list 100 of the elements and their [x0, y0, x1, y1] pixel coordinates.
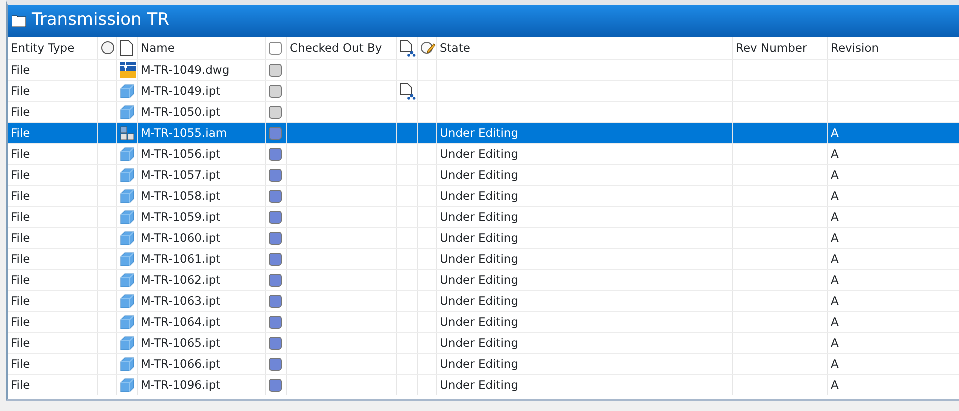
table-cell-text: Under Editing [440, 251, 519, 268]
checkbox[interactable] [269, 42, 282, 54]
table-row[interactable]: File M-TR-1049.ipt [8, 80, 959, 101]
column-header[interactable]: Name [141, 38, 175, 58]
file-name[interactable]: M-TR-1050.ipt [141, 102, 221, 122]
table-cell-text: Under Editing [440, 377, 519, 394]
table-cell-text: A [831, 188, 839, 205]
table-cell-text: File [11, 230, 30, 247]
status-icon[interactable] [101, 41, 115, 55]
table-cell-text: File [11, 83, 30, 100]
pencil-icon[interactable] [421, 41, 436, 55]
table-cell-text: Under Editing [440, 188, 519, 205]
table-cell-text: Under Editing [440, 314, 519, 331]
table-cell-text: A [831, 335, 839, 352]
table-cell-text: File [11, 314, 30, 331]
table-cell-text: Under Editing [440, 167, 519, 184]
cube-icon [120, 168, 135, 182]
cube-icon [120, 294, 135, 308]
table-row[interactable]: File M-TR-1066.ipt Under Editing A [8, 353, 959, 374]
table-cell-text: Under Editing [440, 146, 519, 163]
file-name[interactable]: M-TR-1062.ipt [141, 270, 221, 290]
file-name[interactable]: M-TR-1063.ipt [141, 291, 221, 311]
table-cell-text: File [11, 188, 30, 205]
table-cell-text: A [831, 209, 839, 226]
cube-icon [120, 210, 135, 224]
table-cell-text: File [11, 62, 30, 79]
drawing-file-icon [120, 62, 136, 78]
cube-icon [120, 188, 135, 204]
file-name[interactable]: M-TR-1049.ipt [141, 81, 221, 101]
column-header[interactable]: Rev Number [736, 38, 808, 58]
table-cell-text: A [831, 146, 839, 163]
table-cell-text: File [11, 377, 30, 394]
table-cell-text: A [831, 293, 839, 310]
table-row[interactable]: File M-TR-1059.ipt Under Editing A [8, 206, 959, 227]
cube-icon [120, 336, 135, 350]
table-row[interactable]: File M-TR-1056.ipt Under Editing A [8, 143, 959, 164]
table-row[interactable]: File M-TR-1061.ipt Under Editing A [8, 248, 959, 269]
document-icon[interactable] [120, 40, 134, 56]
file-name[interactable]: M-TR-1056.ipt [141, 144, 221, 164]
cube-icon [120, 378, 135, 392]
column-header[interactable]: Checked Out By [290, 38, 382, 58]
cube-icon [120, 230, 135, 246]
cube-icon [120, 356, 135, 372]
cube-icon [120, 104, 135, 120]
table-cell-text: File [11, 167, 30, 184]
assembly-icon [120, 126, 135, 140]
table-cell-text: Under Editing [440, 125, 519, 142]
table-cell-text: File [11, 356, 30, 373]
table-row[interactable]: File M-TR-1058.ipt Under Editing A [8, 185, 959, 206]
table-cell-text: File [11, 335, 30, 352]
file-name[interactable]: M-TR-1059.ipt [141, 207, 221, 227]
window-title: Transmission TR [32, 9, 170, 32]
file-name[interactable]: M-TR-1060.ipt [141, 228, 221, 248]
cube-icon [120, 252, 135, 266]
table-cell-text: Under Editing [440, 293, 519, 310]
table-row[interactable]: File M-TR-1060.ipt Under Editing A [8, 227, 959, 248]
cube-icon [120, 272, 135, 288]
table-cell-text: A [831, 251, 839, 268]
file-name[interactable]: M-TR-1096.ipt [141, 375, 221, 395]
table-cell-text: File [11, 251, 30, 268]
cube-icon [120, 314, 135, 330]
cube-icon [120, 84, 135, 98]
table-cell-text: A [831, 272, 839, 289]
file-name[interactable]: M-TR-1066.ipt [141, 354, 221, 374]
file-name[interactable]: M-TR-1055.iam [141, 123, 228, 143]
file-name[interactable]: M-TR-1064.ipt [141, 312, 221, 332]
table-row[interactable]: File M-TR-1050.ipt [8, 101, 959, 122]
file-name[interactable]: M-TR-1061.ipt [141, 249, 221, 269]
table-cell-text: A [831, 314, 839, 331]
table-cell-text: File [11, 146, 30, 163]
table-cell-text: A [831, 167, 839, 184]
table-row[interactable]: File M-TR-1064.ipt Under Editing A [8, 311, 959, 332]
table-cell-text: File [11, 104, 30, 121]
cube-icon [120, 146, 135, 162]
file-name[interactable]: M-TR-1049.dwg [141, 60, 230, 80]
table-cell-text: Under Editing [440, 230, 519, 247]
table-cell-text: File [11, 293, 30, 310]
table-cell-text: A [831, 230, 839, 247]
table-cell-text: File [11, 125, 30, 142]
table-cell-text: File [11, 272, 30, 289]
column-header[interactable]: Revision [831, 38, 880, 58]
link-icon[interactable] [400, 40, 416, 56]
file-name[interactable]: M-TR-1058.ipt [141, 186, 221, 206]
table-cell-text: File [11, 209, 30, 226]
folder-icon [12, 15, 26, 27]
table-row[interactable]: File M-TR-1063.ipt Under Editing A [8, 290, 959, 311]
column-header[interactable]: Entity Type [11, 38, 75, 58]
selected-row[interactable]: File M-TR-1055.iam Under Editing A [8, 122, 959, 143]
file-name[interactable]: M-TR-1065.ipt [141, 333, 221, 353]
table-row[interactable]: File M-TR-1057.ipt Under Editing A [8, 164, 959, 185]
table-cell-text: A [831, 125, 839, 142]
table-cell-text: Under Editing [440, 272, 519, 289]
table-cell-text: A [831, 377, 839, 394]
file-name[interactable]: M-TR-1057.ipt [141, 165, 221, 185]
column-header[interactable]: State [440, 38, 470, 58]
table-row[interactable]: File M-TR-1065.ipt Under Editing A [8, 332, 959, 353]
table-row[interactable]: File M-TR-1062.ipt Under Editing A [8, 269, 959, 290]
table-cell-text: Under Editing [440, 209, 519, 226]
table-row[interactable]: File M-TR-1049.dwg [8, 59, 959, 80]
table-row[interactable]: File M-TR-1096.ipt Under Editing A [8, 374, 959, 395]
